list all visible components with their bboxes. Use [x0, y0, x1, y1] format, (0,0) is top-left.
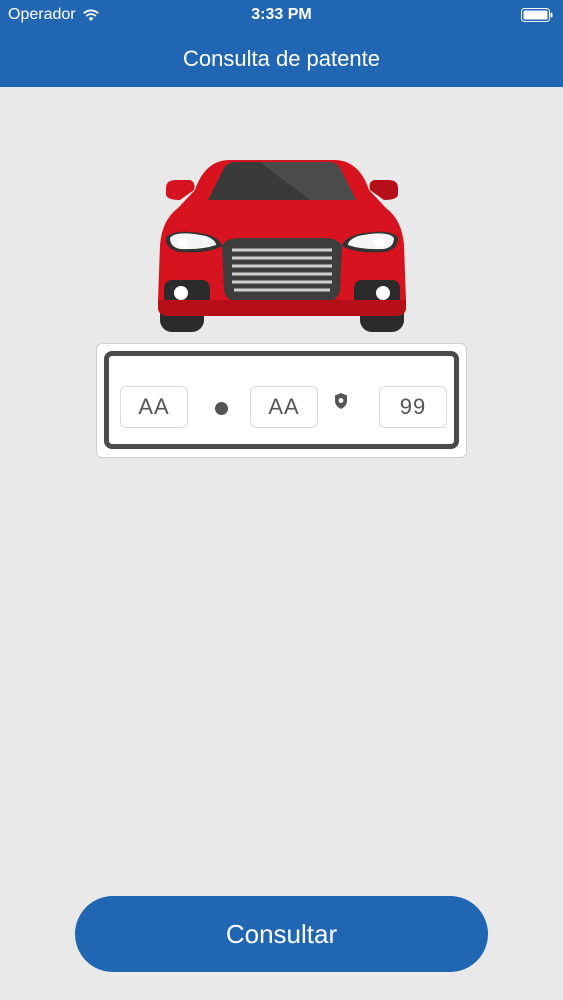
battery-icon	[521, 8, 553, 22]
page-title: Consulta de patente	[183, 45, 380, 71]
plate-digits-input[interactable]: 99	[379, 386, 447, 428]
nav-bar: Consulta de patente	[0, 30, 563, 87]
license-plate: AA AA 99	[104, 351, 459, 449]
plate-card: AA AA 99	[96, 343, 467, 458]
shield-icon	[335, 393, 347, 409]
plate-letters-1-input[interactable]: AA	[120, 386, 188, 428]
status-time: 3:33 PM	[251, 6, 312, 23]
plate-dot-separator	[215, 402, 228, 415]
car-illustration	[158, 160, 406, 332]
status-bar: Operador 3:33 PM	[0, 0, 563, 30]
consultar-button[interactable]: Consultar	[75, 896, 488, 972]
plate-letters-2-input[interactable]: AA	[250, 386, 318, 428]
